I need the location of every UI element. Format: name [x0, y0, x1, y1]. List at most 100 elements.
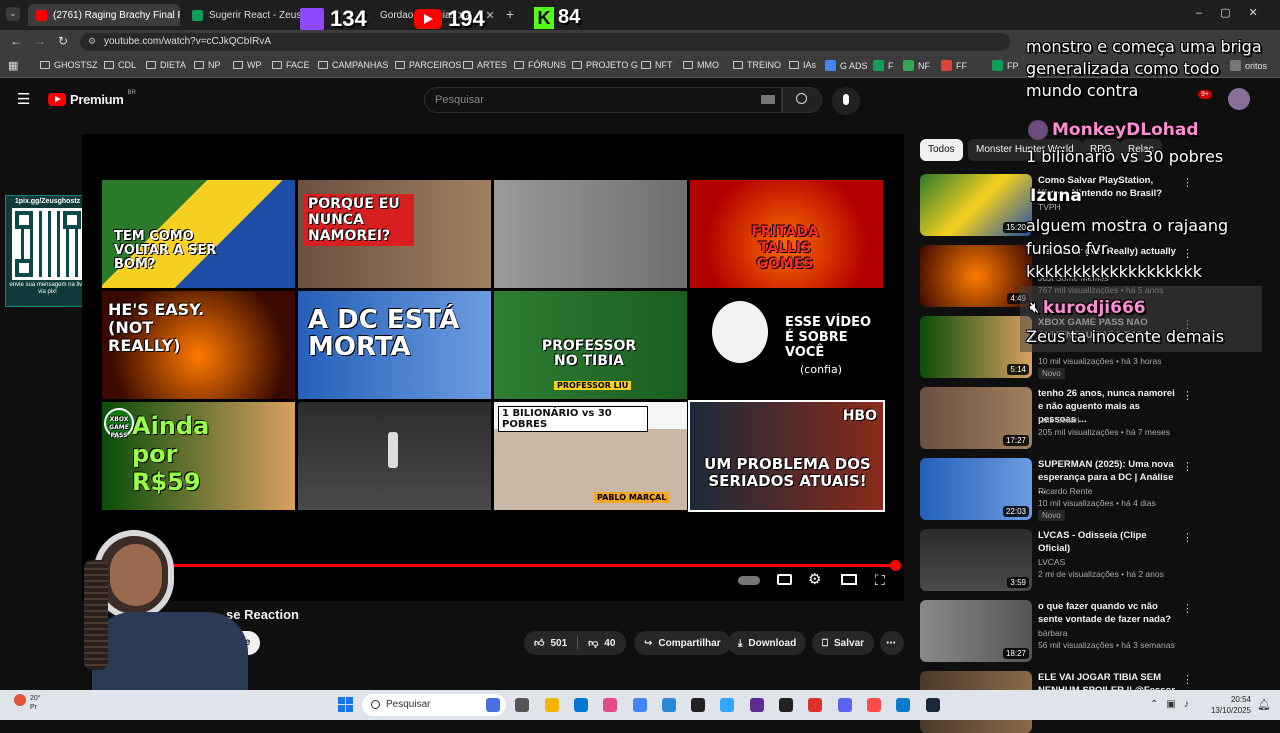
filezilla-icon[interactable] [808, 698, 823, 712]
weather-widget[interactable]: 20° Pr [14, 694, 41, 712]
steam-icon[interactable] [925, 698, 940, 712]
recommended-video[interactable]: 18:27 o que fazer quando vc não sente von… [920, 600, 1280, 662]
task-view-icon[interactable] [515, 698, 530, 712]
like-count[interactable]: 501 [550, 638, 567, 649]
bookmark-item[interactable]: DIETA [146, 60, 186, 70]
end-screen-thumbnail[interactable]: ESSE VÍDEO É SOBRE VOCÊ (confia) [690, 291, 883, 399]
system-tray[interactable]: ⌃▣♪ [1150, 699, 1197, 710]
chrome-icon[interactable] [632, 698, 647, 712]
end-screen-thumbnail[interactable]: FRITADA TALLIS GOMES [690, 180, 883, 288]
site-info-icon[interactable]: ⚙ [88, 36, 96, 47]
channel-name[interactable]: Ricardo Rente [1038, 486, 1092, 496]
bookmark-item[interactable]: CDL [104, 60, 136, 70]
end-screen-thumbnail[interactable]: PROFESSOR NO TIBIA PROFESSOR LIU [494, 291, 687, 399]
download-button[interactable]: ⤓ Download [728, 631, 807, 655]
dislike-count[interactable]: 40 [604, 638, 615, 649]
settings-icon[interactable]: ⚙ [808, 570, 821, 588]
more-options-icon[interactable]: ⋮ [1182, 460, 1193, 473]
start-button[interactable] [338, 697, 353, 712]
fullscreen-icon[interactable]: ⛶ [875, 572, 885, 589]
voice-search-button[interactable] [832, 87, 860, 115]
video-thumbnail[interactable]: 18:27 [920, 600, 1032, 662]
tab-youtube[interactable]: (2761) Raging Brachy Final Pha ✕ [28, 4, 180, 26]
video-title[interactable]: LVCAS - Odisseia (Clipe Oficial) [1038, 529, 1176, 555]
bookmark-item[interactable]: F [873, 60, 894, 71]
autoplay-toggle[interactable] [738, 576, 760, 585]
clock[interactable]: 20:54 13/10/2025 [1207, 694, 1251, 716]
opera-icon[interactable] [866, 698, 881, 712]
notepad-icon[interactable] [896, 698, 911, 712]
like-icon[interactable]: 👍︎ [534, 637, 544, 649]
search-button[interactable] [782, 87, 822, 113]
bookmark-item[interactable]: FF [941, 60, 967, 71]
end-screen-thumbnail[interactable] [494, 180, 687, 288]
outlook-icon[interactable] [661, 698, 676, 712]
edge-icon[interactable] [573, 698, 588, 712]
bookmark-item[interactable]: FÓRUNS [514, 60, 566, 70]
keyboard-icon[interactable] [761, 95, 775, 104]
photos-icon[interactable] [603, 698, 618, 712]
bookmark-item[interactable]: NFT [641, 60, 673, 70]
recommended-video[interactable]: 17:27 tenho 26 anos, nunca namorei e não … [920, 387, 1280, 449]
tab-search-icon[interactable]: ⌄ [6, 7, 20, 21]
video-thumbnail[interactable]: 15:20 [920, 174, 1032, 236]
share-button[interactable]: ↪ Compartilhar [634, 631, 731, 655]
bookmark-item[interactable]: MMO [683, 60, 719, 70]
bookmark-item[interactable]: PARCEIROS [395, 60, 461, 70]
apps-icon[interactable]: ▦ [8, 59, 18, 72]
more-options-icon[interactable]: ⋮ [1182, 531, 1193, 544]
bookmark-item[interactable]: CAMPANHAS [318, 60, 388, 70]
recommended-video[interactable]: 3:59 LVCAS - Odisseia (Clipe Oficial) LVCA… [920, 529, 1280, 591]
bookmark-item[interactable]: NF [903, 60, 930, 71]
channel-name[interactable]: LVCAS [1038, 557, 1065, 567]
notifications-icon[interactable]: 🔔︎ [1257, 698, 1271, 711]
more-actions-button[interactable]: ⋯ [880, 631, 904, 655]
theater-mode-icon[interactable] [841, 574, 857, 585]
reload-icon[interactable]: ↻ [58, 34, 68, 48]
video-title[interactable]: o que fazer quando vc não sente vontade … [1038, 600, 1176, 626]
copilot-icon[interactable] [486, 698, 500, 712]
photoshop-icon[interactable] [720, 698, 735, 712]
file-explorer-icon[interactable] [544, 698, 559, 712]
bookmark-item[interactable]: NP [194, 60, 221, 70]
more-options-icon[interactable]: ⋮ [1182, 389, 1193, 402]
end-screen-thumbnail[interactable]: Ainda por R$59 XBOX GAME PASS [102, 402, 295, 510]
end-screen-thumbnail[interactable]: A DC ESTÁ MORTA [298, 291, 491, 399]
video-thumbnail[interactable]: 4:49 [920, 245, 1032, 307]
progress-scrubber[interactable] [890, 560, 901, 571]
search-input[interactable]: Pesquisar [424, 87, 782, 113]
channel-name[interactable]: bárbara [1038, 628, 1067, 638]
close-tab-icon[interactable]: ✕ [486, 9, 495, 22]
youtube-logo[interactable]: Premium BR [48, 90, 136, 107]
taskbar-search[interactable]: Pesquisar [362, 694, 506, 716]
new-tab-icon[interactable]: + [506, 6, 514, 22]
video-thumbnail[interactable]: 17:27 [920, 387, 1032, 449]
end-screen-thumbnail[interactable]: TEM COMO VOLTAR A SER BOM? [102, 180, 295, 288]
xbox-icon[interactable] [779, 698, 793, 712]
subtitles-icon[interactable] [777, 574, 792, 585]
recommended-video[interactable]: 22:03 SUPERMAN (2025): Uma nova esperança… [920, 458, 1280, 521]
bookmark-item[interactable]: IAs [789, 60, 816, 70]
end-screen-thumbnail[interactable]: 1 BILIONÁRIO vs 30 POBRES PABLO MARÇAL [494, 402, 687, 510]
more-options-icon[interactable]: ⋮ [1182, 673, 1193, 686]
bookmark-item[interactable]: G ADS [825, 60, 868, 71]
video-thumbnail[interactable]: 22:03 [920, 458, 1032, 520]
video-thumbnail[interactable]: 3:59 [920, 529, 1032, 591]
bookmark-item[interactable]: ARTES [463, 60, 507, 70]
bookmark-item[interactable]: WP [233, 60, 262, 70]
save-button[interactable]: ⎕ Salvar [812, 631, 875, 655]
bookmark-item[interactable]: FP [992, 60, 1019, 71]
channel-name[interactable]: Luis Sellari [1038, 415, 1080, 425]
url-field[interactable]: ⚙ youtube.com/watch?v=cCJkQCbIRvA [80, 33, 1010, 51]
obs-icon[interactable] [691, 698, 706, 712]
back-icon[interactable]: ← [10, 34, 22, 48]
dislike-icon[interactable]: 👎︎ [588, 637, 598, 649]
twitch-studio-icon[interactable] [749, 698, 764, 712]
more-options-icon[interactable]: ⋮ [1182, 602, 1193, 615]
end-screen-thumbnail[interactable]: PORQUE EU NUNCA NAMOREI? [298, 180, 491, 288]
end-screen-thumbnail[interactable]: UM PROBLEMA DOS SERIADOS ATUAIS! HBO [688, 400, 885, 512]
bookmark-item[interactable]: FACE [272, 60, 310, 70]
end-screen-thumbnail[interactable] [298, 402, 491, 510]
bookmark-item[interactable]: TREINO [733, 60, 781, 70]
forward-icon[interactable]: → [34, 34, 46, 48]
